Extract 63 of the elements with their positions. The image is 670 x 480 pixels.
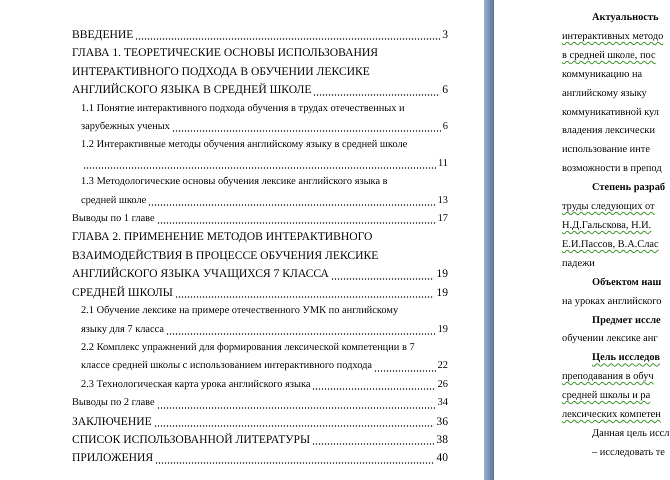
toc-entry-title: 2.1 Обучение лексике на примере отечественного УМК по английскому	[81, 304, 398, 318]
page-number: 40	[436, 450, 448, 466]
page-number: 38	[436, 432, 448, 448]
body-text-line: интерактивных методо	[562, 30, 664, 44]
toc-entry-title: классе средней школы с использованием интерактивного подхода	[81, 359, 372, 374]
page-number: 17	[438, 212, 448, 226]
body-text-line: обучении лексике анг	[562, 332, 658, 346]
toc-entry-title: ВЗАИМОДЕЙСТВИЯ В ПРОЦЕССЕ ОБУЧЕНИЯ ЛЕКСИКЕ	[72, 248, 378, 264]
body-text-line: возможности в препод	[562, 162, 662, 176]
page-number: 3	[442, 27, 448, 43]
page-number: 19	[438, 322, 448, 336]
body-text-line: владения лексически	[562, 124, 656, 138]
body-text-line: Н.Д.Гальскова, Н.И.	[562, 218, 652, 233]
page-number: 6	[442, 82, 448, 98]
page-number: 11	[438, 156, 448, 171]
body-text-line: использование инте	[562, 143, 650, 158]
body-text-line: коммуникативной кул	[562, 106, 659, 120]
toc-entry-title: 1.2 Интерактивные методы обучения английскому языку в средней школе	[81, 138, 408, 152]
toc-entry-title: СПИСОК ИСПОЛЬЗОВАННОЙ ЛИТЕРАТУРЫ	[72, 432, 310, 448]
body-text-line: на уроках английского	[562, 294, 662, 309]
body-text-line: Предмет иссле	[592, 314, 661, 328]
toc-entry-title: языку для 7 класса	[81, 322, 164, 336]
body-text-line: – исследовать те	[592, 446, 665, 460]
toc-entry-title: АНГЛИЙСКОГО ЯЗЫКА В СРЕДНЕЙ ШКОЛЕ	[72, 82, 312, 98]
body-text-line: коммуникацию на	[562, 68, 642, 82]
body-text-line: лексических компетен	[562, 408, 661, 422]
page-number: 22	[438, 359, 448, 374]
body-text-line: Е.И.Пассов, В.А.Слас	[562, 238, 659, 252]
toc-entry-title: ГЛАВА 2. ПРИМЕНЕНИЕ МЕТОДОВ ИНТЕРАКТИВНОГО	[72, 229, 372, 246]
page-number: 36	[436, 414, 448, 430]
body-text-line: Степень разраб	[592, 181, 666, 196]
toc-entry-title: Выводы по 1 главе	[72, 212, 155, 226]
toc-entry-title: ПРИЛОЖЕНИЯ	[72, 450, 154, 466]
body-text-line: Актуальность	[592, 11, 659, 25]
body-text-line: Объектом наш	[592, 276, 662, 290]
toc-entry-title: ЗАКЛЮЧЕНИЕ	[72, 414, 152, 430]
body-text-line: Данная цель иссл	[592, 426, 670, 441]
page-number: 13	[438, 194, 448, 208]
page-number: 6	[442, 120, 448, 134]
toc-entry-title: 1.1 Понятие интерактивного подхода обучения в трудах отечественных и	[81, 102, 405, 116]
body-text-line: падежи	[562, 256, 595, 271]
toc-entry-title: Выводы по 2 главе	[72, 396, 155, 410]
page-number: 34	[438, 396, 448, 410]
toc-entry-title: АНГЛИЙСКОГО ЯЗЫКА УЧАЩИХСЯ 7 КЛАССА	[72, 266, 329, 282]
toc-entry-title: зарубежных ученых	[81, 120, 170, 134]
toc-entry-title: ГЛАВА 1. ТЕОРЕТИЧЕСКИЕ ОСНОВЫ ИСПОЛЬЗОВАНИЯ	[72, 45, 378, 62]
page-number: 26	[438, 378, 448, 392]
toc-entry-title: 1.3 Методологические основы обучения лексике английского языка в	[81, 175, 388, 190]
body-text-line: английскому языку	[562, 86, 647, 101]
dot-leader	[374, 370, 436, 372]
toc-entry-title: средней школе	[81, 194, 146, 208]
page-number: 19	[436, 284, 448, 301]
toc-entry-title: 2.2 Комплекс упражнений для формирования лексической компетенции в 7	[81, 340, 415, 355]
body-text-line: в средней школе, пос	[562, 48, 656, 63]
toc-entry-title: СРЕДНЕЙ ШКОЛЫ	[72, 284, 173, 301]
body-text-line: средней школы и ра	[562, 389, 650, 404]
toc-entry-title: 2.3 Технологическая карта урока английского языка	[81, 378, 310, 392]
toc-entry-title: ВВЕДЕНИЕ	[72, 27, 134, 43]
body-text-line: преподавания в обуч	[562, 370, 654, 384]
toc-entry-title: ИНТЕРАКТИВНОГО ПОДХОДА В ОБУЧЕНИИ ЛЕКСИКЕ	[72, 64, 370, 80]
body-text-line: Цель исследов	[592, 351, 660, 366]
body-text-line: труды следующих от	[562, 200, 655, 214]
page-number: 19	[436, 266, 448, 282]
